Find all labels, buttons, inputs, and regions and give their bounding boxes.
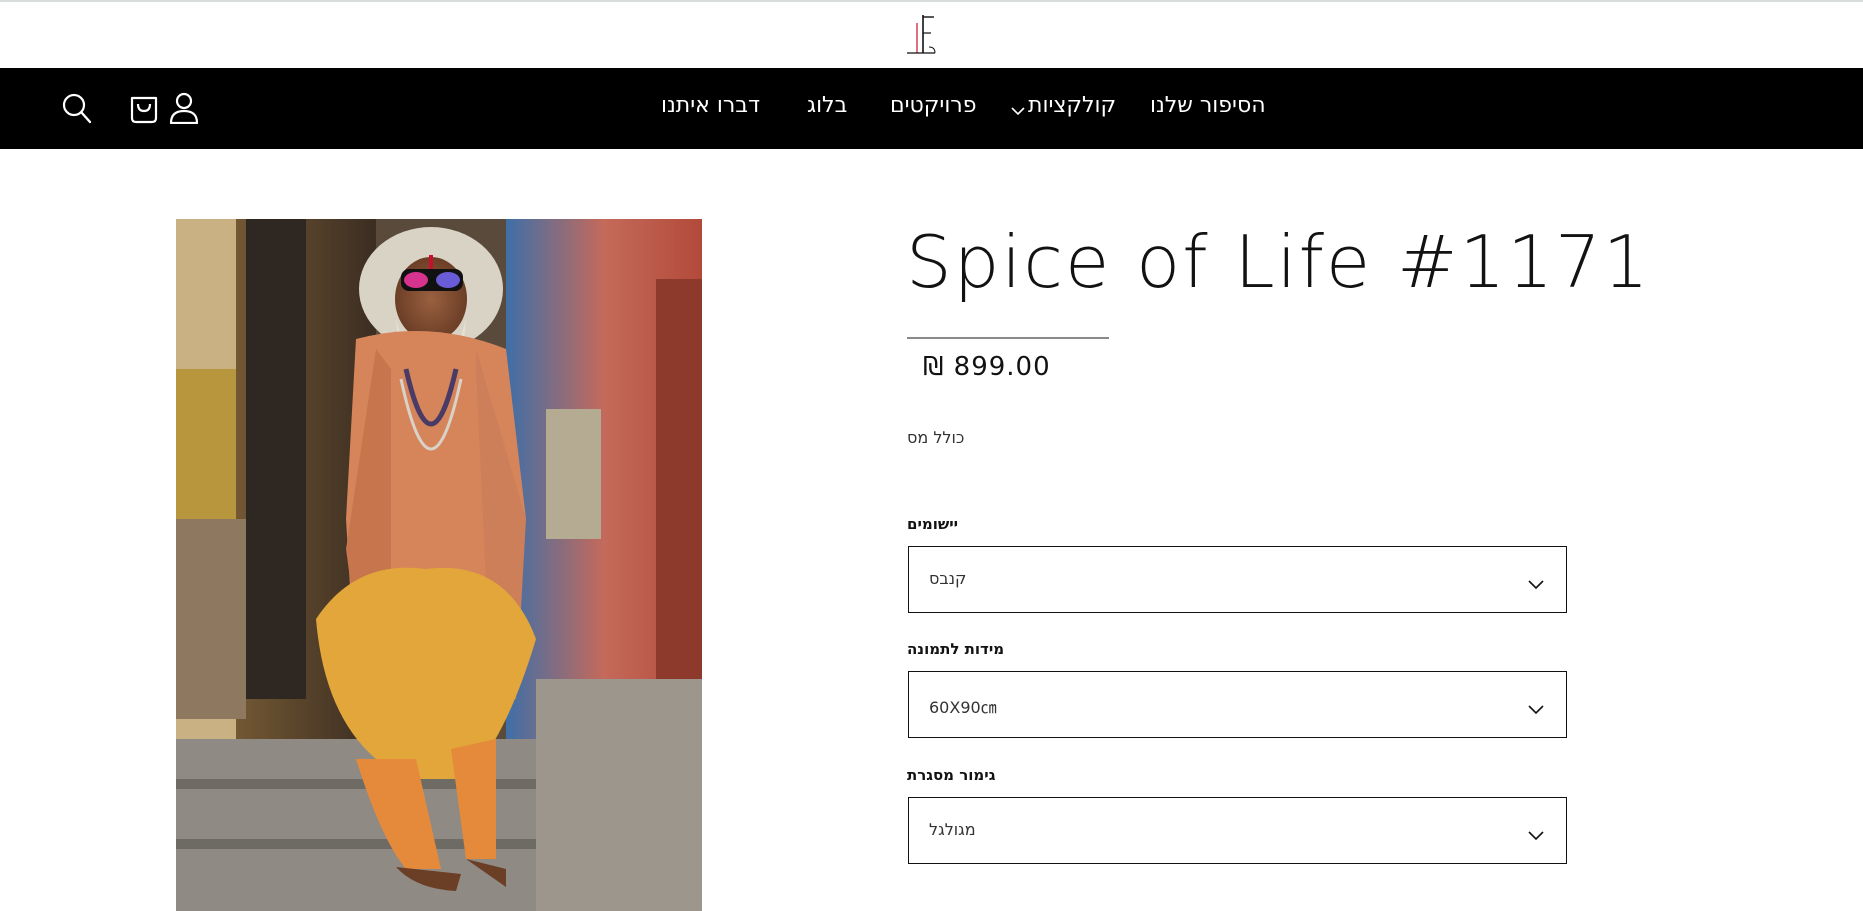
nav-collections[interactable]: קולקציות xyxy=(1028,93,1116,118)
application-select-value: קנבס xyxy=(929,569,967,588)
product-title: Spice of Life #1171 xyxy=(906,220,1651,304)
size-select[interactable]: 60X90㎝ xyxy=(908,671,1567,738)
chevron-down-icon xyxy=(1528,700,1544,719)
size-select-value: 60X90㎝ xyxy=(929,698,997,717)
chevron-down-icon xyxy=(1528,575,1544,594)
product-image[interactable] xyxy=(176,219,702,911)
frame-finish-select[interactable]: מגולגל xyxy=(908,797,1567,864)
option-label-frame-finish: גימור מסגרת xyxy=(907,766,996,784)
main-navigation: הסיפור שלנו קולקציות פרויקטים בלוג דברו … xyxy=(0,68,1863,149)
option-label-size: מידות לתמונה xyxy=(907,640,1005,658)
nav-menu: הסיפור שלנו קולקציות פרויקטים בלוג דברו … xyxy=(0,68,1863,149)
tax-note: כולל מס xyxy=(907,428,965,447)
brand-logo[interactable] xyxy=(901,13,941,57)
logo-mark-icon xyxy=(907,15,936,54)
option-label-application: יישומים xyxy=(907,515,959,533)
nav-blog[interactable]: בלוג xyxy=(807,93,847,118)
application-select[interactable]: קנבס xyxy=(908,546,1567,613)
nav-our-story[interactable]: הסיפור שלנו xyxy=(1150,93,1266,118)
chevron-down-icon xyxy=(1528,826,1544,845)
frame-finish-select-value: מגולגל xyxy=(929,820,976,839)
product-photo xyxy=(176,219,702,911)
nav-contact[interactable]: דברו איתנו xyxy=(661,93,760,118)
chevron-down-icon[interactable] xyxy=(1011,101,1025,120)
logo-bar xyxy=(0,2,1863,68)
product-price: ₪ 899.00 xyxy=(923,352,1051,382)
nav-projects[interactable]: פרויקטים xyxy=(890,93,976,118)
title-divider xyxy=(907,337,1109,339)
